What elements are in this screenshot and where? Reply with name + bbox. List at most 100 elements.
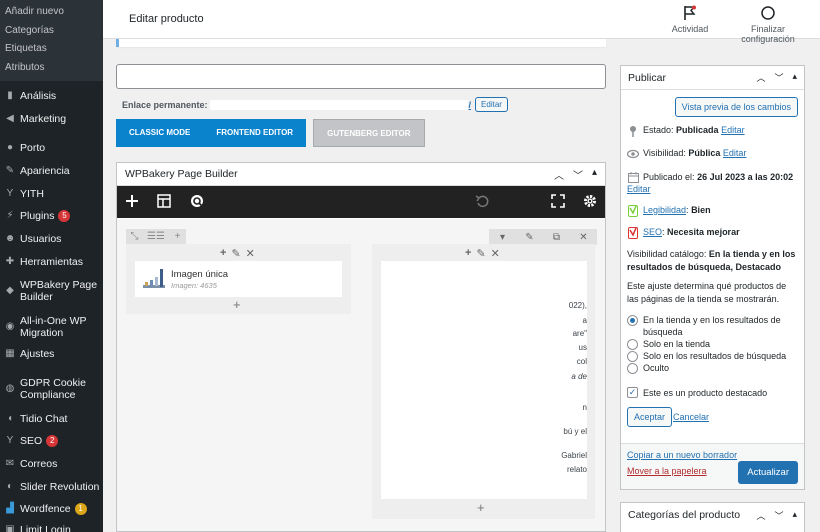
sidebar-item-herramientas[interactable]: ✚ Herramientas bbox=[0, 256, 103, 268]
add-element-plus-icon[interactable]: + bbox=[477, 500, 485, 515]
sidebar-item-ajustes[interactable]: ▦ Ajustes bbox=[0, 348, 103, 360]
sidebar-item-seo[interactable]: Y SEO 2 bbox=[0, 435, 103, 447]
seo-link[interactable]: SEO bbox=[643, 227, 662, 237]
radio-button[interactable] bbox=[627, 315, 638, 326]
column-controls-right: ▾ ✎ ⧉ ✕ bbox=[489, 229, 597, 245]
single-image-element[interactable]: Imagen única Imagen: 4635 bbox=[135, 261, 342, 297]
frontend-editor-button[interactable]: FRONTEND EDITOR bbox=[203, 119, 307, 147]
add-column-icon[interactable]: + bbox=[169, 229, 186, 244]
sidebar-item-marketing[interactable]: ◀ Marketing bbox=[0, 113, 103, 125]
sidebar-item-plugins[interactable]: ⚡ Plugins 5 bbox=[0, 210, 103, 222]
permalink-slash[interactable]: / bbox=[469, 100, 472, 110]
featured-checkbox[interactable]: ✓ bbox=[627, 387, 638, 398]
chevron-down-icon[interactable]: ﹀ bbox=[774, 509, 783, 522]
chevron-up-icon[interactable]: ︿ bbox=[756, 71, 765, 84]
update-button[interactable]: Actualizar bbox=[738, 461, 798, 484]
sidebar-item-apariencia[interactable]: ✎ Apariencia bbox=[0, 165, 103, 177]
radio-search-only[interactable]: Solo en los resultados de búsqueda bbox=[627, 350, 799, 362]
cancel-link[interactable]: Cancelar bbox=[673, 412, 709, 422]
readability-link[interactable]: Legibilidad bbox=[643, 205, 686, 215]
add-element-icon[interactable] bbox=[125, 194, 139, 211]
sidebar-item-tidio-chat[interactable]: ◖ Tidio Chat bbox=[0, 413, 103, 425]
templates-icon[interactable] bbox=[157, 193, 171, 211]
sidebar-item-slider-revolution[interactable]: ◐ Slider Revolution bbox=[0, 481, 103, 493]
accept-button[interactable]: Aceptar bbox=[627, 407, 673, 427]
sidebar-item-yith[interactable]: Y YITH bbox=[0, 188, 103, 200]
published-value: 26 Jul 2023 a las 20:02 bbox=[697, 172, 794, 182]
edit-pencil-icon[interactable]: ✎ bbox=[476, 247, 485, 260]
drag-handle-icon[interactable]: ⤡ bbox=[126, 229, 143, 244]
yoast-seo-icon bbox=[627, 227, 639, 239]
clone-icon[interactable]: ⧉ bbox=[543, 229, 570, 245]
delete-icon[interactable]: ✕ bbox=[491, 247, 500, 260]
featured-label: Este es un producto destacado bbox=[643, 387, 768, 398]
sidebar-item-limit-login[interactable]: ▣ Limit Login bbox=[0, 524, 103, 532]
sidebar-item-correos[interactable]: ✉ Correos bbox=[0, 458, 103, 470]
caret-up-icon[interactable]: ▴ bbox=[792, 509, 797, 522]
sidebar-item-wpbakery-page-builder[interactable]: ◆ WPBakery Page Builder bbox=[0, 279, 103, 303]
published-row: Publicado el: 26 Jul 2023 a las 20:02 Edi… bbox=[627, 171, 799, 195]
fullscreen-icon[interactable] bbox=[551, 193, 565, 211]
lock-icon: ▣ bbox=[5, 524, 15, 532]
delete-icon[interactable]: ✕ bbox=[246, 247, 255, 260]
published-edit-link[interactable]: Editar bbox=[627, 184, 651, 194]
status-edit-link[interactable]: Editar bbox=[721, 125, 745, 135]
sidebar-item-wordfence[interactable]: ▟ Wordfence 1 bbox=[0, 503, 103, 515]
caret-up-icon[interactable]: ▴ bbox=[792, 71, 797, 84]
editor-mode-tabs: CLASSIC MODE FRONTEND EDITOR GUTENBERG E… bbox=[116, 119, 425, 147]
add-icon[interactable]: + bbox=[220, 247, 226, 260]
submenu-item-attributes[interactable]: Atributos bbox=[0, 59, 103, 78]
dropdown-toggle-icon[interactable]: ▾ bbox=[489, 229, 516, 245]
chevron-up-icon[interactable]: ︿ bbox=[554, 167, 564, 182]
row-layout-icon[interactable]: ☰☰ bbox=[143, 229, 169, 244]
radio-shop-only[interactable]: Solo en la tienda bbox=[627, 338, 799, 350]
radio-button[interactable] bbox=[627, 351, 638, 362]
radio-shop-and-search[interactable]: En la tienda y en los resultados de búsq… bbox=[627, 314, 799, 338]
featured-checkbox-row[interactable]: ✓ Este es un producto destacado bbox=[627, 387, 767, 398]
caret-up-icon[interactable]: ▴ bbox=[592, 167, 597, 182]
close-column-icon[interactable]: ✕ bbox=[570, 229, 597, 245]
radio-button[interactable] bbox=[627, 363, 638, 374]
classic-mode-button[interactable]: CLASSIC MODE bbox=[116, 119, 204, 147]
sidebar-item-gdpr-cookie-compliance[interactable]: ◍ GDPR Cookie Compliance bbox=[0, 377, 103, 401]
gutenberg-editor-button[interactable]: GUTENBERG EDITOR bbox=[313, 119, 425, 147]
status-row: Estado: Publicada Editar bbox=[627, 125, 745, 137]
text-block-element[interactable]: 022), a are" us col a de n bú y el Gabri… bbox=[381, 261, 587, 499]
sidebar-item-label: Slider Revolution bbox=[20, 481, 100, 493]
edit-pencil-icon[interactable]: ✎ bbox=[231, 247, 240, 260]
copy-draft-link[interactable]: Copiar a un nuevo borrador bbox=[627, 450, 737, 460]
undo-icon[interactable] bbox=[475, 194, 489, 211]
chevron-down-icon[interactable]: ﹀ bbox=[573, 167, 583, 182]
sidebar-item-all-in-one-wp-migration[interactable]: ◉ All-in-One WP Migration bbox=[0, 315, 103, 339]
sidebar-item-análisis[interactable]: ▮ Análisis bbox=[0, 90, 103, 102]
edit-column-icon[interactable]: ✎ bbox=[516, 229, 543, 245]
sidebar-item-label: Usuarios bbox=[20, 233, 62, 245]
product-title-input[interactable] bbox=[116, 64, 606, 89]
yoast-analysis-icon[interactable] bbox=[189, 193, 205, 212]
eye-icon bbox=[627, 148, 639, 160]
sidebar-item-usuarios[interactable]: ☻ Usuarios bbox=[0, 233, 103, 245]
finish-setup-button[interactable]: Finalizar configuración bbox=[723, 5, 813, 44]
sidebar-item-label: Limit Login bbox=[20, 524, 71, 532]
permalink-url[interactable] bbox=[209, 99, 468, 110]
move-to-trash-link[interactable]: Mover a la papelera bbox=[627, 466, 707, 476]
radio-button[interactable] bbox=[627, 339, 638, 350]
sidebar-item-porto[interactable]: ● Porto bbox=[0, 142, 103, 154]
settings-gear-icon[interactable] bbox=[583, 194, 597, 211]
permalink-label: Enlace permanente: bbox=[122, 99, 208, 110]
preview-changes-button[interactable]: Vista previa de los cambios bbox=[674, 97, 798, 117]
chat-icon: ◖ bbox=[6, 413, 14, 424]
submenu-item-add-new[interactable]: Añadir nuevo bbox=[0, 3, 103, 22]
chevron-down-icon[interactable]: ﹀ bbox=[774, 71, 783, 84]
publish-title: Publicar bbox=[628, 71, 666, 84]
activity-button[interactable]: Actividad bbox=[670, 5, 710, 34]
radio-hidden[interactable]: Oculto bbox=[627, 362, 799, 374]
visibility-edit-link[interactable]: Editar bbox=[723, 148, 747, 158]
submenu-item-tags[interactable]: Etiquetas bbox=[0, 40, 103, 59]
submenu-item-categories[interactable]: Categorías bbox=[0, 22, 103, 41]
chevron-up-icon[interactable]: ︿ bbox=[756, 509, 765, 522]
add-element-plus-icon[interactable]: + bbox=[233, 297, 241, 312]
permalink-edit-button[interactable]: Editar bbox=[475, 97, 508, 112]
sidebar-item-label: YITH bbox=[20, 188, 44, 200]
add-icon[interactable]: + bbox=[465, 247, 471, 260]
